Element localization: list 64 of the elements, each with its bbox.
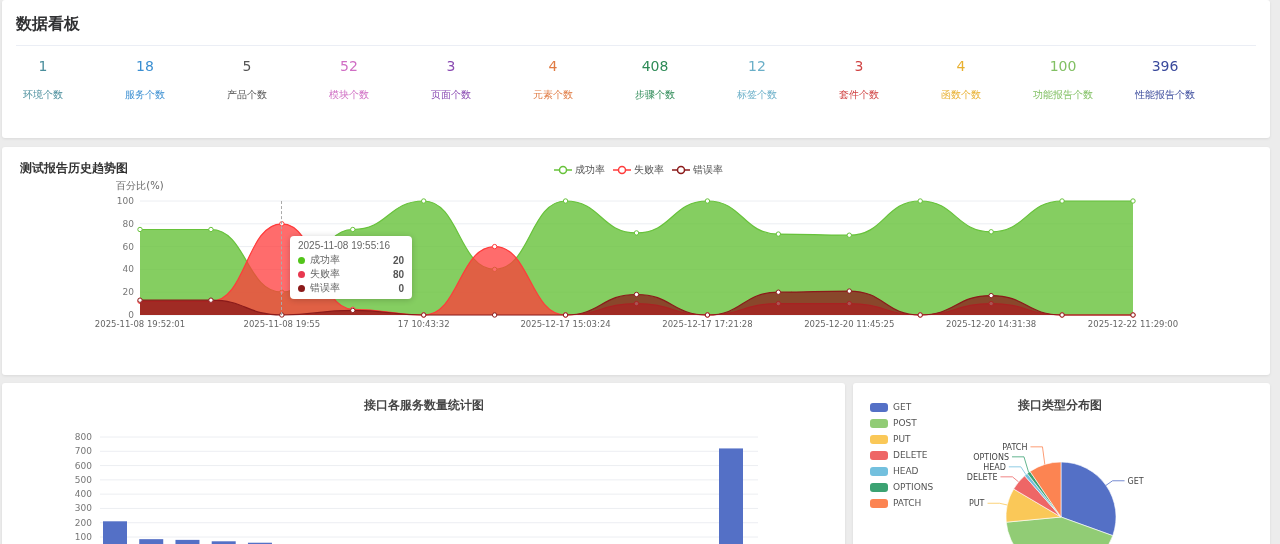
series-name: 错误率 (310, 281, 341, 295)
stat-label: 环境个数 (23, 88, 63, 102)
series-name: 成功率 (310, 253, 341, 267)
stat-value: 100 (1049, 58, 1077, 74)
axis-label: 2025-12-17 17:21:28 (662, 319, 753, 329)
card-title: 数据看板 (16, 14, 1256, 46)
axis-label: 2025-12-20 11:45:25 (804, 319, 895, 329)
stat-label: 服务个数 (125, 88, 165, 102)
axis-label: 2025-12-22 11:29:00 (1087, 319, 1179, 329)
stat-value: 408 (641, 58, 669, 74)
slice-label: PUT (968, 499, 985, 509)
stat-label: 功能报告个数 (1033, 88, 1093, 102)
axis-label: 600 (74, 460, 92, 471)
axis-label: 800 (74, 432, 92, 442)
axis-label: 2025-11-08 19:52:01 (94, 319, 186, 329)
series-value: 0 (398, 282, 404, 294)
stat-value: 5 (242, 58, 252, 74)
stat-value: 4 (956, 58, 966, 74)
slice-label: GET (1127, 476, 1144, 486)
axis-label: 200 (74, 517, 92, 528)
slice-label: DELETE (966, 472, 998, 482)
series-value: 20 (392, 254, 404, 266)
series-value: 80 (392, 268, 404, 280)
stat-label: 性能报告个数 (1135, 88, 1195, 102)
stat-label: 模块个数 (329, 88, 369, 102)
stat-value: 396 (1151, 58, 1179, 74)
slice-label: PATCH (1002, 442, 1028, 452)
stat-label: 产品个数 (227, 88, 267, 102)
axis-label: 40 (122, 264, 134, 275)
slice-label: OPTIONS (973, 452, 1009, 462)
axis-label: 60 (122, 241, 134, 252)
stat-value: 18 (136, 58, 154, 74)
card-title: 测试报告历史趋势图 (20, 160, 128, 177)
stat-label: 步骤个数 (635, 88, 675, 102)
stat-value: 4 (548, 58, 558, 74)
tooltip-title: 2025-11-08 19:55:16 (298, 240, 392, 251)
series-name: 失败率 (310, 267, 341, 281)
stat-value: 12 (748, 58, 766, 74)
stat-value: 3 (446, 58, 456, 74)
axis-label: 2025-12-17 15:03:24 (520, 319, 611, 329)
axis-label: 80 (122, 218, 134, 229)
stat-label: 套件个数 (839, 88, 879, 102)
stat-value: 52 (340, 58, 358, 74)
axis-label: 100 (74, 532, 92, 542)
stat-label: 函数个数 (941, 88, 981, 102)
stat-label: 页面个数 (431, 88, 471, 102)
slice-label: HEAD (983, 462, 1006, 472)
axis-label: 700 (74, 446, 92, 457)
chart-title: 接口类型分布图 (1018, 397, 1102, 414)
axis-label: 500 (74, 474, 92, 485)
axis-title: 百分比(%) (116, 180, 164, 191)
stat-value: 3 (854, 58, 864, 74)
axis-label: 17 10:43:32 (397, 319, 450, 329)
axis-label: 100 (116, 196, 134, 206)
stat-label: 标签个数 (737, 88, 777, 102)
axis-label: 300 (74, 503, 92, 514)
axis-label: 0 (128, 310, 134, 320)
chart-title: 接口各服务数量统计图 (363, 397, 484, 414)
axis-label: 20 (122, 287, 134, 298)
axis-label: 400 (74, 489, 92, 500)
stat-value: 1 (38, 58, 48, 74)
axis-label: 2025-12-20 14:31:38 (946, 319, 1037, 329)
stat-label: 元素个数 (533, 88, 573, 102)
axis-label: 2025-11-08 19:55 (243, 319, 321, 329)
